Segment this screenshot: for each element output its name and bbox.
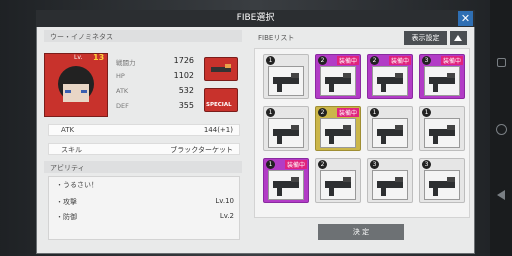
- fibe-thumbnail: [372, 66, 408, 96]
- stat-label-hp: HP: [116, 72, 125, 80]
- stat-value-def: 355: [178, 101, 194, 110]
- rarity-badge: 3: [370, 160, 379, 169]
- weapon-icon: [211, 64, 231, 72]
- atk-row-label: ATK: [61, 126, 75, 134]
- fibe-slot[interactable]: 2: [315, 158, 361, 203]
- level-label: Lv.: [74, 54, 83, 61]
- equipped-tag: 装備中: [440, 56, 463, 65]
- fibe-thumbnail: [372, 118, 408, 148]
- sort-toggle-button[interactable]: [450, 31, 467, 45]
- fibe-slot[interactable]: 1: [263, 54, 309, 99]
- fibe-thumbnail: [320, 170, 356, 200]
- ability-item: ・防御: [56, 213, 77, 221]
- equipped-tag: 装備中: [284, 160, 307, 169]
- fibe-thumbnail: [424, 66, 460, 96]
- fibe-thumbnail: [424, 170, 460, 200]
- fibe-slot[interactable]: 3: [419, 158, 465, 203]
- gun-icon: [325, 73, 351, 92]
- stat-value-atk: 532: [178, 86, 194, 95]
- fibe-slot[interactable]: 1: [419, 106, 465, 151]
- fibe-thumbnail: [372, 170, 408, 200]
- stat-value-hp: 1102: [173, 71, 194, 80]
- atk-row-value: 144(+1): [203, 126, 233, 134]
- stat-label-def: DEF: [116, 102, 129, 110]
- skill-row: スキル ブラックターケット: [48, 143, 240, 155]
- gun-icon: [429, 177, 455, 196]
- back-nav-icon[interactable]: [497, 190, 505, 200]
- rarity-badge: 2: [318, 108, 327, 117]
- fibe-thumbnail: [268, 118, 304, 148]
- special-label: SPECIAL: [206, 102, 232, 108]
- fibe-thumbnail: [424, 118, 460, 148]
- fibe-slot[interactable]: 2 装備中: [367, 54, 413, 99]
- square-nav-icon[interactable]: [497, 58, 506, 67]
- ability-item: ・攻撃: [56, 198, 77, 206]
- character-name: ウー・イノミネタス: [50, 33, 113, 41]
- equipped-tag: 装備中: [336, 56, 359, 65]
- fibe-slot[interactable]: 2 装備中: [315, 106, 361, 151]
- fibe-slot[interactable]: 1: [263, 106, 309, 151]
- fibe-thumbnail: [268, 170, 304, 200]
- display-settings-button[interactable]: 表示設定: [404, 31, 447, 45]
- stat-label-atk: ATK: [116, 87, 129, 95]
- rarity-badge: 3: [422, 160, 431, 169]
- rarity-badge: 2: [318, 56, 327, 65]
- fibe-thumbnail: [320, 118, 356, 148]
- gun-icon: [429, 125, 455, 144]
- fibe-slot[interactable]: 2 装備中: [315, 54, 361, 99]
- rarity-badge: 1: [266, 108, 275, 117]
- rarity-badge: 1: [370, 108, 379, 117]
- character-avatar-icon: [58, 66, 94, 102]
- confirm-button[interactable]: 決 定: [318, 224, 404, 240]
- fibe-list-panel: 1 2 装備中 2 装備中 3 装備中 1 2 装備中 1 1 1 装備中 2 3 3: [254, 48, 470, 218]
- rarity-badge: 1: [422, 108, 431, 117]
- rarity-badge: 1: [266, 160, 275, 169]
- fibe-slot[interactable]: 1: [367, 106, 413, 151]
- equipped-fibe-slot[interactable]: [204, 57, 238, 81]
- ability-header: アビリティ: [50, 164, 85, 172]
- gun-icon: [429, 73, 455, 92]
- gun-icon: [273, 177, 299, 196]
- rarity-badge: 3: [422, 56, 431, 65]
- equipped-tag: 装備中: [336, 108, 359, 117]
- ability-item: ・うるさい！: [56, 181, 98, 189]
- gun-icon: [325, 125, 351, 144]
- fibe-thumbnail: [320, 66, 356, 96]
- stat-label-power: 戦闘力: [116, 59, 136, 67]
- gun-icon: [377, 73, 403, 92]
- gun-icon: [377, 177, 403, 196]
- fibe-list-header: FIBEリスト: [258, 34, 295, 42]
- close-button[interactable]: ✕: [458, 11, 473, 26]
- level-value: 13: [93, 53, 105, 62]
- stat-value-power: 1726: [173, 56, 194, 65]
- gun-icon: [377, 125, 403, 144]
- circle-nav-icon[interactable]: [496, 124, 507, 135]
- atk-row: ATK 144(+1): [48, 124, 240, 136]
- triangle-up-icon: [454, 35, 462, 41]
- fibe-slot[interactable]: 3: [367, 158, 413, 203]
- fibe-thumbnail: [268, 66, 304, 96]
- equipped-tag: 装備中: [388, 56, 411, 65]
- fibe-slot[interactable]: 3 装備中: [419, 54, 465, 99]
- skill-row-value: ブラックターケット: [170, 146, 233, 154]
- rarity-badge: 2: [318, 160, 327, 169]
- special-slot[interactable]: SPECIAL: [204, 88, 238, 112]
- gun-icon: [273, 73, 299, 92]
- gun-icon: [325, 177, 351, 196]
- ability-level: Lv.10: [215, 197, 234, 205]
- fibe-slot[interactable]: 1 装備中: [263, 158, 309, 203]
- gun-icon: [273, 125, 299, 144]
- dialog-title: FIBE選択: [36, 10, 475, 27]
- ability-level: Lv.2: [219, 212, 234, 220]
- skill-row-label: スキル: [61, 146, 82, 154]
- character-portrait[interactable]: [44, 53, 108, 117]
- rarity-badge: 1: [266, 56, 275, 65]
- rarity-badge: 2: [370, 56, 379, 65]
